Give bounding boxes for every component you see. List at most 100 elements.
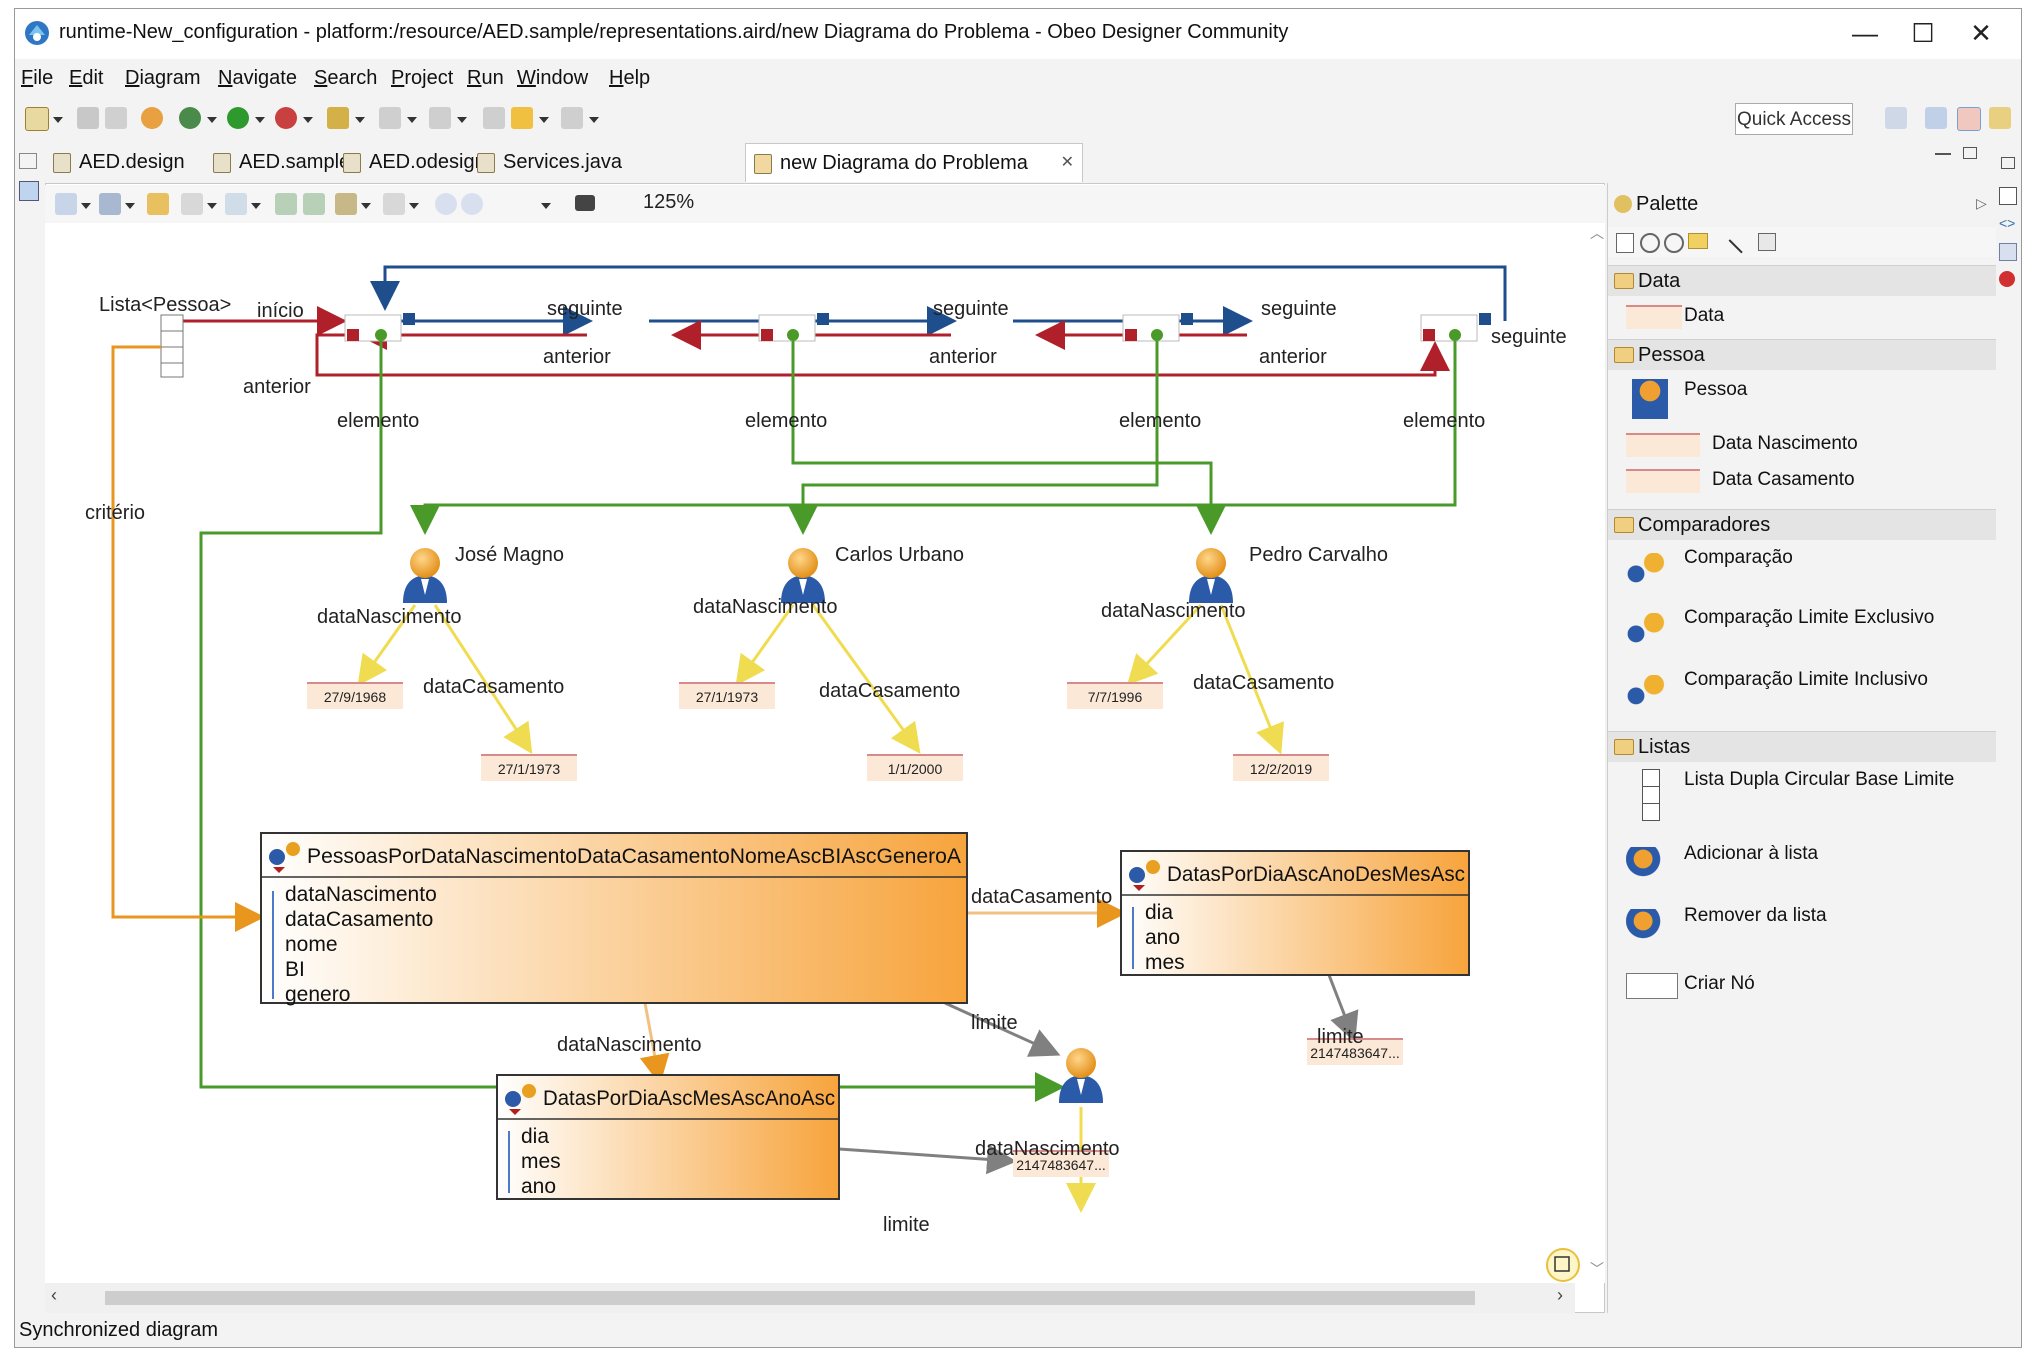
generic-tool-icon[interactable] (1758, 233, 1776, 251)
chevron-down-icon[interactable] (539, 117, 549, 123)
menu-project[interactable]: Project (391, 67, 453, 90)
zoom-in-tool-icon[interactable] (1640, 233, 1660, 253)
palette-item-criar-no[interactable]: Criar Nó (1608, 973, 1996, 1001)
menu-window[interactable]: Window (517, 67, 588, 90)
maximize-button[interactable]: ☐ (1893, 15, 1953, 51)
zoom-out-icon[interactable] (461, 193, 483, 215)
layout-icon[interactable] (99, 193, 121, 215)
palette-item-data[interactable]: Data (1608, 305, 1996, 331)
palette-item-comparacao-limite-exclusivo[interactable]: Comparação Limite Exclusivo (1608, 607, 1996, 651)
palette-section-comparadores[interactable]: Comparadores (1608, 509, 1996, 540)
select-tool-icon[interactable] (1616, 233, 1634, 253)
pin-elements-icon[interactable] (303, 193, 325, 215)
modeling-perspective-icon[interactable] (1957, 107, 1981, 131)
tab-aed-design[interactable]: AED.design (45, 143, 229, 181)
java-perspective-icon[interactable] (1925, 107, 1947, 129)
restore-icon[interactable] (19, 153, 37, 169)
code-icon[interactable]: <> (1999, 215, 2015, 231)
refresh-icon[interactable] (147, 193, 169, 215)
menu-file[interactable]: File (21, 67, 53, 90)
distribute-icon[interactable] (335, 193, 357, 215)
debug-icon[interactable] (179, 107, 201, 129)
list-node[interactable] (758, 313, 829, 342)
camera-icon[interactable] (575, 195, 595, 211)
delete-icon[interactable] (383, 193, 405, 215)
chevron-down-icon[interactable] (207, 117, 217, 123)
menu-diagram[interactable]: Diagram (125, 67, 201, 90)
chevron-down-icon[interactable] (589, 117, 599, 123)
chevron-down-icon[interactable] (355, 117, 365, 123)
prev-annotation-icon[interactable] (429, 107, 451, 129)
menu-navigate[interactable]: Navigate (218, 67, 297, 90)
save-all-icon[interactable] (105, 107, 127, 129)
scroll-left-icon[interactable]: ‹ (51, 1285, 57, 1306)
scroll-right-icon[interactable]: › (1557, 1285, 1563, 1306)
scroll-down-icon[interactable]: ﹀ (1589, 1259, 1605, 1279)
palette-item-pessoa[interactable]: Pessoa (1608, 379, 1996, 423)
zoom-in-icon[interactable] (435, 193, 457, 215)
diagram-canvas[interactable]: Lista<Pessoa> início seguinte seguinte s… (45, 223, 1605, 1283)
chevron-down-icon[interactable] (251, 203, 261, 209)
palette-item-data-casamento[interactable]: Data Casamento (1608, 469, 1996, 495)
new-wizard-icon[interactable] (25, 107, 49, 131)
back-icon[interactable] (511, 107, 533, 129)
palette-section-data[interactable]: Data (1608, 265, 1996, 296)
chevron-down-icon[interactable] (125, 203, 135, 209)
chevron-down-icon[interactable] (407, 117, 417, 123)
list-node[interactable] (344, 313, 415, 342)
arrange-icon[interactable] (55, 193, 77, 215)
horizontal-scrollbar[interactable]: ‹ › (45, 1283, 1575, 1313)
chevron-down-icon[interactable] (457, 117, 467, 123)
gear-icon[interactable] (141, 107, 163, 129)
chevron-down-icon[interactable] (53, 117, 63, 123)
palette-item-adicionar[interactable]: Adicionar à lista (1608, 843, 1996, 887)
chevron-down-icon[interactable] (207, 203, 217, 209)
open-perspective-icon[interactable] (1885, 107, 1907, 129)
pin-icon[interactable] (327, 107, 349, 129)
tab-services-java[interactable]: Services.java (469, 143, 653, 181)
edge-elemento[interactable] (791, 341, 1226, 535)
outline-icon[interactable] (19, 181, 39, 201)
person-anonymous[interactable] (1059, 1048, 1103, 1103)
palette-item-lista-dupla[interactable]: Lista Dupla Circular Base Limite (1608, 769, 1996, 825)
edge-elemento[interactable] (410, 341, 1457, 535)
menu-help[interactable]: Help (609, 67, 650, 90)
save-icon[interactable] (77, 107, 99, 129)
restore-view-icon[interactable] (2001, 157, 2015, 169)
properties-icon[interactable] (1999, 187, 2017, 205)
palette-section-pessoa[interactable]: Pessoa (1608, 339, 1996, 370)
list-node[interactable] (1122, 313, 1193, 342)
sirius-perspective-icon[interactable] (1989, 107, 2011, 129)
list-object[interactable] (160, 314, 184, 378)
menu-edit[interactable]: Edit (69, 67, 103, 90)
close-button[interactable]: ✕ (1951, 15, 2011, 51)
list-node[interactable] (1420, 313, 1491, 342)
external-tools-icon[interactable] (275, 107, 297, 129)
person-jose[interactable] (403, 548, 447, 603)
palette-item-comparacao[interactable]: Comparação (1608, 547, 1996, 591)
problems-icon[interactable] (1999, 271, 2015, 287)
chevron-down-icon[interactable] (541, 203, 551, 209)
scroll-thumb[interactable] (105, 1291, 1475, 1305)
zoom-select[interactable]: 125% (643, 191, 733, 217)
palette-item-data-nascimento[interactable]: Data Nascimento (1608, 433, 1996, 459)
menu-search[interactable]: Search (314, 67, 377, 90)
run-icon[interactable] (227, 107, 249, 129)
menu-run[interactable]: Run (467, 67, 504, 90)
minimize-view-icon[interactable] (1935, 149, 1951, 155)
minimize-button[interactable]: — (1835, 15, 1895, 51)
tab-new-diagrama[interactable]: new Diagrama do Problema ✕ (745, 143, 1083, 182)
close-icon[interactable]: ✕ (1061, 144, 1074, 182)
last-edit-icon[interactable] (483, 107, 505, 129)
model-explorer-icon[interactable] (1999, 243, 2017, 261)
filters-icon[interactable] (225, 193, 247, 215)
palette-item-remover[interactable]: Remover da lista (1608, 905, 1996, 949)
person-carlos[interactable] (781, 548, 825, 603)
chevron-down-icon[interactable] (303, 117, 313, 123)
select-all-icon[interactable] (181, 193, 203, 215)
palette-item-comparacao-limite-inclusivo[interactable]: Comparação Limite Inclusivo (1608, 669, 1996, 713)
note-tool-icon[interactable] (1688, 233, 1708, 249)
edge-criterio[interactable] (111, 345, 265, 932)
note-attachment-tool-icon[interactable] (1728, 226, 1756, 254)
edge-datacasamento[interactable] (811, 604, 921, 754)
